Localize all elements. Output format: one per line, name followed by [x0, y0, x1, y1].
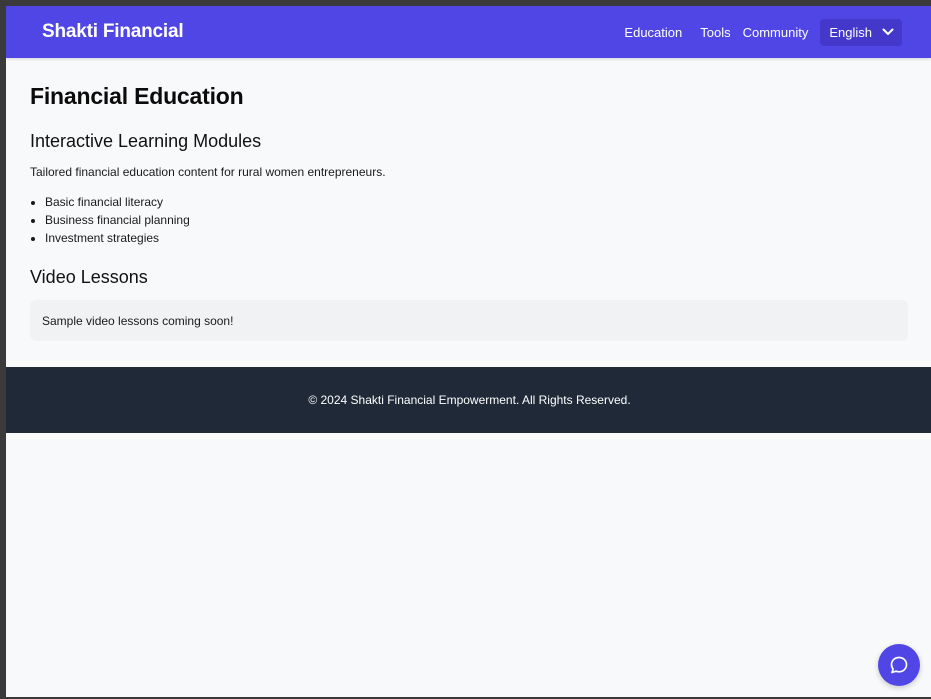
footer-copyright: © 2024 Shakti Financial Empowerment. All…	[308, 393, 631, 407]
page-title: Financial Education	[30, 83, 244, 109]
brand-logo[interactable]: Shakti Financial	[42, 21, 184, 43]
video-notice: Sample video lessons coming soon!	[30, 300, 908, 341]
language-select-value: English	[829, 24, 872, 40]
video-heading: Video Lessons	[30, 267, 148, 287]
page: Shakti Financial Education Tools Communi…	[6, 6, 931, 697]
nav-link-tools[interactable]: Tools	[700, 25, 730, 40]
main-nav: Education Tools Community English	[624, 18, 902, 46]
language-select[interactable]: English	[820, 18, 902, 46]
modules-list: Basic financial literacy Business financ…	[30, 193, 908, 247]
nav-link-education[interactable]: Education	[624, 25, 682, 40]
chevron-down-icon	[882, 28, 894, 36]
top-nav-bar: Shakti Financial Education Tools Communi…	[6, 6, 931, 58]
list-item: Basic financial literacy	[45, 193, 908, 211]
chat-button[interactable]	[878, 644, 920, 686]
list-item: Business financial planning	[45, 211, 908, 229]
modules-description: Tailored financial education content for…	[30, 165, 386, 179]
modules-heading: Interactive Learning Modules	[30, 131, 262, 151]
main-content: Financial Education Interactive Learning…	[6, 58, 931, 365]
footer: © 2024 Shakti Financial Empowerment. All…	[6, 367, 931, 433]
nav-link-community[interactable]: Community	[743, 25, 809, 40]
chat-bubble-icon	[889, 655, 909, 675]
list-item: Investment strategies	[45, 229, 908, 247]
